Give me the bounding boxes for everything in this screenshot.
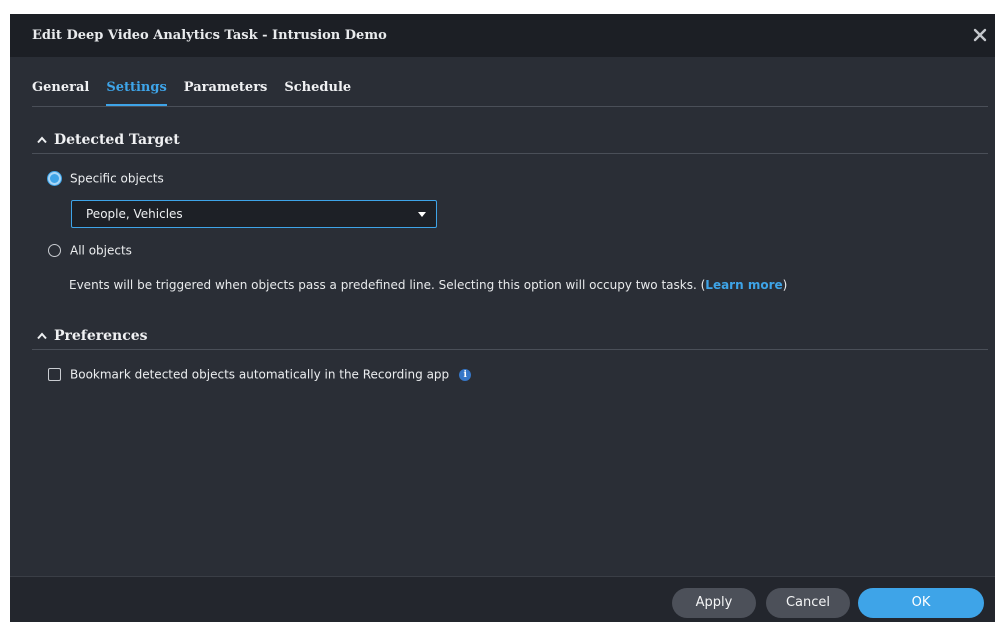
detected-target-header[interactable]: Detected Target <box>36 129 180 149</box>
learn-more-link[interactable]: Learn more <box>705 278 782 292</box>
tab-settings[interactable]: Settings <box>106 80 167 106</box>
dialog-title: Edit Deep Video Analytics Task - Intrusi… <box>32 28 387 43</box>
specific-objects-option[interactable]: Specific objects <box>48 171 164 186</box>
specific-objects-label: Specific objects <box>70 171 164 186</box>
hint-text: Events will be triggered when objects pa… <box>69 278 706 292</box>
info-icon[interactable]: i <box>459 368 472 381</box>
preferences-heading: Preferences <box>54 327 148 344</box>
ok-button[interactable]: OK <box>858 588 984 618</box>
bookmark-label: Bookmark detected objects automatically … <box>70 367 450 382</box>
tab-schedule[interactable]: Schedule <box>284 80 351 106</box>
section-divider <box>32 349 988 350</box>
chevron-down-icon <box>418 212 426 217</box>
chevron-up-icon <box>37 135 47 143</box>
apply-button[interactable]: Apply <box>672 588 756 618</box>
objects-select-value: People, Vehicles <box>86 207 183 221</box>
specific-objects-radio[interactable] <box>48 172 61 185</box>
tab-parameters[interactable]: Parameters <box>184 80 268 106</box>
detected-target-heading: Detected Target <box>54 131 180 148</box>
cancel-button[interactable]: Cancel <box>766 588 850 618</box>
bookmark-checkbox[interactable] <box>48 368 61 381</box>
all-objects-radio[interactable] <box>48 244 61 257</box>
tab-divider <box>32 106 988 107</box>
hint-close-paren: ) <box>782 278 788 292</box>
dialog-footer: Apply Cancel OK <box>10 576 995 622</box>
edit-task-dialog: Edit Deep Video Analytics Task - Intrusi… <box>10 14 995 622</box>
dialog-titlebar: Edit Deep Video Analytics Task - Intrusi… <box>10 14 995 57</box>
chevron-up-icon <box>37 331 47 339</box>
tab-bar: General Settings Parameters Schedule <box>32 76 368 106</box>
bookmark-option[interactable]: Bookmark detected objects automatically … <box>48 367 472 382</box>
all-objects-option[interactable]: All objects <box>48 243 132 258</box>
tab-general[interactable]: General <box>32 80 89 106</box>
preferences-header[interactable]: Preferences <box>36 325 148 345</box>
all-objects-label: All objects <box>70 243 132 258</box>
detection-hint: Events will be triggered when objects pa… <box>69 278 787 292</box>
section-divider <box>32 153 988 154</box>
objects-select[interactable]: People, Vehicles <box>71 200 437 228</box>
close-icon[interactable] <box>970 25 990 45</box>
